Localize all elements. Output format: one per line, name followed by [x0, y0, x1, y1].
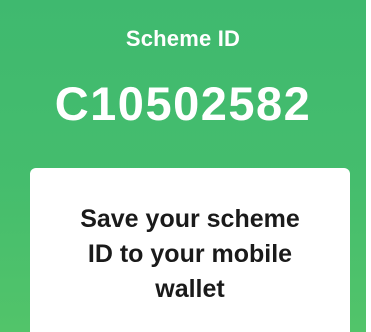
screen-edge	[366, 0, 371, 332]
message-line-2: ID to your mobile	[87, 240, 293, 268]
message-line-1: Save your scheme	[80, 205, 300, 233]
save-to-wallet-message: Save your scheme ID to your mobile walle…	[30, 202, 350, 307]
scheme-id-value: C10502582	[54, 77, 312, 130]
scheme-id-label: Scheme ID	[125, 26, 241, 51]
message-line-3: wallet	[155, 275, 225, 303]
mobile-wallet-card[interactable]: Save your scheme ID to your mobile walle…	[30, 168, 350, 332]
scheme-id-screen: Scheme ID C10502582 Save your scheme ID …	[0, 0, 366, 332]
